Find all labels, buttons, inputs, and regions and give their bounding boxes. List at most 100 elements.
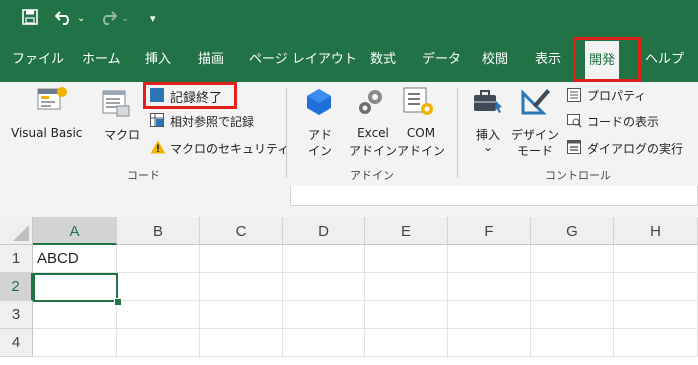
tab-help[interactable]: ヘルプ	[645, 37, 684, 82]
row-header-2[interactable]: 2	[0, 273, 33, 301]
cell-e1[interactable]	[365, 245, 448, 273]
column-header-g[interactable]: G	[531, 217, 614, 245]
macro-icon[interactable]	[101, 88, 131, 121]
customize-qat-icon[interactable]: ▾	[150, 0, 156, 37]
macro-button[interactable]: マクロ	[104, 126, 140, 143]
tab-home[interactable]: ホーム	[82, 37, 121, 82]
relative-reference-button[interactable]: 相対参照で記録	[170, 113, 254, 130]
cell-a4[interactable]	[33, 329, 117, 357]
view-code-icon[interactable]	[567, 114, 582, 131]
highlight-box-developer-tab	[573, 37, 641, 82]
com-addins-button-line2[interactable]: アドイン	[396, 142, 446, 159]
cell-b1[interactable]	[117, 245, 200, 273]
column-header-c[interactable]: C	[200, 217, 283, 245]
cell-h4[interactable]	[614, 329, 698, 357]
ribbon-developer: Visual Basic マクロ 記録終了 相対参照で記録 マクロのセキュリティ…	[0, 82, 698, 187]
cell-a1[interactable]: ABCD	[33, 245, 117, 273]
visual-basic-button[interactable]: Visual Basic	[11, 126, 82, 140]
cell-e3[interactable]	[365, 301, 448, 329]
cell-h2[interactable]	[614, 273, 698, 301]
tab-review[interactable]: 校閲	[482, 37, 508, 82]
cell-d1[interactable]	[283, 245, 365, 273]
cell-e4[interactable]	[365, 329, 448, 357]
column-header-b[interactable]: B	[117, 217, 200, 245]
excel-addins-icon[interactable]	[356, 86, 388, 121]
fill-handle[interactable]	[114, 298, 122, 306]
cell-c2[interactable]	[200, 273, 283, 301]
tab-data[interactable]: データ	[422, 37, 461, 82]
column-header-a[interactable]: A	[33, 217, 117, 245]
group-label-controls: コントロール	[545, 169, 611, 182]
run-dialog-icon[interactable]	[567, 140, 581, 157]
cell-a2-selected[interactable]	[33, 273, 118, 302]
relative-reference-icon[interactable]	[150, 113, 164, 130]
properties-icon[interactable]	[567, 88, 581, 105]
addins-button-line2[interactable]: イン	[305, 142, 335, 159]
excel-addins-button-line2[interactable]: アドイン	[348, 142, 398, 159]
highlight-box-stop-recording	[143, 82, 237, 109]
cell-g1[interactable]	[531, 245, 614, 273]
tab-file[interactable]: ファイル	[12, 37, 64, 82]
insert-control-icon[interactable]	[472, 87, 504, 120]
undo-dropdown-icon[interactable]: ⌄	[77, 0, 85, 37]
cell-f1[interactable]	[448, 245, 531, 273]
cell-g2[interactable]	[531, 273, 614, 301]
warning-icon[interactable]	[150, 140, 166, 157]
save-icon[interactable]	[22, 0, 38, 37]
excel-addins-button-line1[interactable]: Excel	[348, 126, 398, 140]
group-label-code: コード	[127, 169, 160, 182]
visual-basic-icon[interactable]	[34, 85, 70, 118]
cell-e2[interactable]	[365, 273, 448, 301]
insert-control-dropdown-icon[interactable]: ⌄	[473, 140, 503, 154]
column-header-e[interactable]: E	[365, 217, 448, 245]
cell-d3[interactable]	[283, 301, 365, 329]
spreadsheet-grid: A B C D E F G H 1 2 3 4 ABCD	[0, 217, 698, 365]
cell-b4[interactable]	[117, 329, 200, 357]
cell-c3[interactable]	[200, 301, 283, 329]
design-mode-icon[interactable]	[519, 85, 551, 120]
group-label-addins: アドイン	[350, 169, 394, 182]
design-mode-button-line1[interactable]: デザイン	[510, 126, 560, 143]
cell-g4[interactable]	[531, 329, 614, 357]
formula-bar-input[interactable]	[290, 186, 698, 206]
com-addins-icon[interactable]	[402, 86, 436, 121]
store-addins-icon[interactable]	[304, 87, 334, 120]
tab-draw[interactable]: 描画	[198, 37, 224, 82]
redo-icon[interactable]	[99, 0, 118, 37]
tab-view[interactable]: 表示	[535, 37, 561, 82]
cell-f2[interactable]	[448, 273, 531, 301]
cell-d4[interactable]	[283, 329, 365, 357]
cell-h3[interactable]	[614, 301, 698, 329]
design-mode-button-line2[interactable]: モード	[510, 142, 560, 159]
cell-c4[interactable]	[200, 329, 283, 357]
properties-button[interactable]: プロパティ	[587, 87, 646, 104]
addins-button-line1[interactable]: アド	[305, 126, 335, 143]
cell-c1[interactable]	[200, 245, 283, 273]
view-code-button[interactable]: コードの表示	[587, 113, 659, 130]
row-header-3[interactable]: 3	[0, 301, 33, 329]
cell-a3[interactable]	[33, 301, 117, 329]
tab-formulas[interactable]: 数式	[370, 37, 396, 82]
cell-b3[interactable]	[117, 301, 200, 329]
undo-icon[interactable]	[54, 0, 73, 37]
group-separator	[457, 88, 458, 178]
quick-access-toolbar: ⌄ ⌄ ▾	[0, 0, 698, 37]
cell-f4[interactable]	[448, 329, 531, 357]
column-header-f[interactable]: F	[448, 217, 531, 245]
row-header-1[interactable]: 1	[0, 245, 33, 273]
column-header-h[interactable]: H	[614, 217, 698, 245]
cell-h1[interactable]	[614, 245, 698, 273]
cell-b2[interactable]	[117, 273, 200, 301]
com-addins-button-line1[interactable]: COM	[396, 126, 446, 140]
column-header-d[interactable]: D	[283, 217, 365, 245]
tab-insert[interactable]: 挿入	[145, 37, 171, 82]
cell-d2[interactable]	[283, 273, 365, 301]
cell-g3[interactable]	[531, 301, 614, 329]
select-all-button[interactable]	[0, 217, 33, 245]
redo-dropdown-icon[interactable]: ⌄	[121, 0, 129, 37]
cell-f3[interactable]	[448, 301, 531, 329]
tab-page-layout[interactable]: ページ レイアウト	[249, 37, 357, 82]
macro-security-button[interactable]: マクロのセキュリティ	[170, 140, 289, 157]
run-dialog-button[interactable]: ダイアログの実行	[587, 140, 683, 157]
row-header-4[interactable]: 4	[0, 329, 33, 357]
